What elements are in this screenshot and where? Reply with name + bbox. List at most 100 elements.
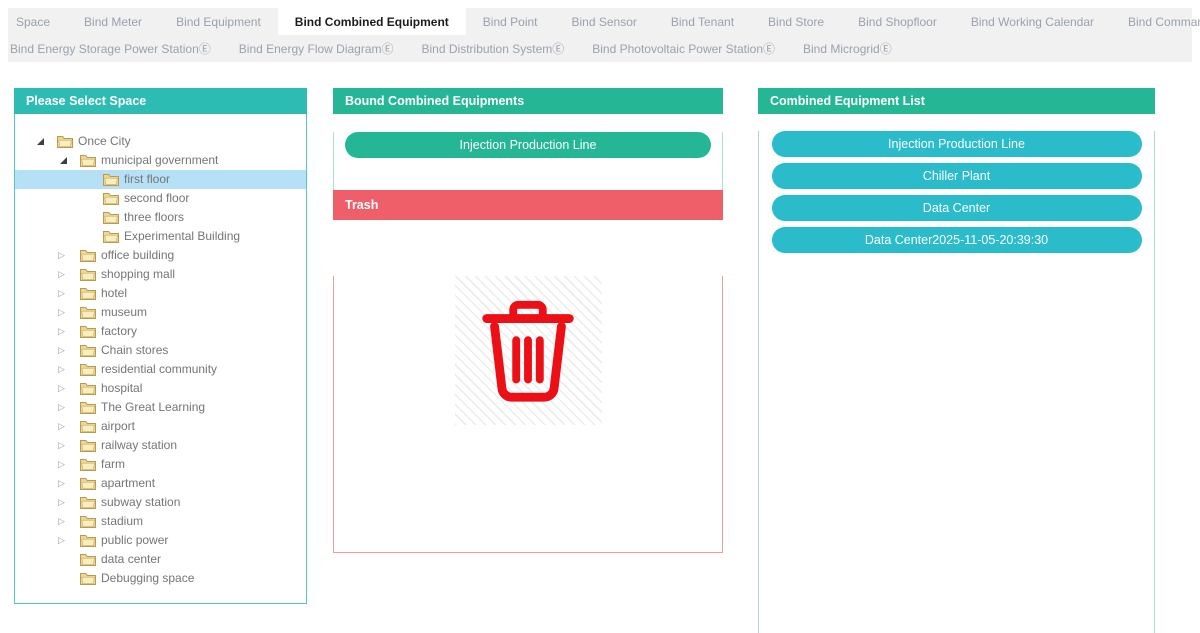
tab-bind-photovoltaic-power-statione[interactable]: Bind Photovoltaic Power StationⒺ [578, 35, 789, 62]
tree-node-label: railway station [101, 436, 177, 455]
tree-node-label: hotel [101, 284, 127, 303]
tree-node-label: Once City [78, 132, 131, 151]
folder-icon [80, 477, 96, 490]
space-panel-header: Please Select Space [14, 88, 307, 114]
trash-panel: Trash [333, 190, 723, 553]
collapsed-arrow-icon[interactable]: ▷ [58, 308, 80, 317]
tab-space[interactable]: Space [8, 8, 67, 35]
tree-node-debugging-space[interactable]: Debugging space [15, 569, 306, 588]
trash-icon [469, 292, 587, 410]
tree-node-label: Debugging space [101, 569, 194, 588]
tab-bind-store[interactable]: Bind Store [751, 8, 841, 35]
folder-icon [80, 553, 96, 566]
tree-node-shopping-mall[interactable]: ▷shopping mall [15, 265, 306, 284]
equipment-list-title: Combined Equipment List [770, 94, 925, 108]
collapsed-arrow-icon[interactable]: ▷ [58, 517, 80, 526]
equipment-pill[interactable]: Data Center2025-11-05-20:39:30 [772, 227, 1142, 253]
tree-node-first-floor[interactable]: first floor [15, 170, 306, 189]
collapsed-arrow-icon[interactable]: ▷ [58, 479, 80, 488]
folder-icon [80, 420, 96, 433]
collapsed-arrow-icon[interactable]: ▷ [58, 270, 80, 279]
expanded-arrow-icon[interactable] [58, 157, 80, 164]
tab-bind-energy-storage-power-statione[interactable]: Bind Energy Storage Power StationⒺ [8, 35, 225, 62]
tab-bind-tenant[interactable]: Bind Tenant [654, 8, 751, 35]
tab-bind-point[interactable]: Bind Point [466, 8, 555, 35]
tree-node-farm[interactable]: ▷ farm [15, 455, 306, 474]
collapsed-arrow-icon[interactable]: ▷ [58, 327, 80, 336]
tree-node-label: second floor [124, 189, 189, 208]
tab-bind-microgride[interactable]: Bind MicrogridⒺ [789, 35, 906, 62]
tree-node-airport[interactable]: ▷airport [15, 417, 306, 436]
equipment-pill[interactable]: Data Center [772, 195, 1142, 221]
tab-bind-shopfloor[interactable]: Bind Shopfloor [841, 8, 954, 35]
tree-node-label: residential community [101, 360, 217, 379]
tab-bind-command-e[interactable]: Bind Command Ⓔ [1111, 8, 1200, 35]
tab-bind-meter[interactable]: Bind Meter [67, 8, 159, 35]
tree-node-factory[interactable]: ▷ factory [15, 322, 306, 341]
collapsed-arrow-icon[interactable]: ▷ [58, 441, 80, 450]
space-tree: Once Citymunicipal governmentfirst floor… [15, 114, 306, 588]
collapsed-arrow-icon[interactable]: ▷ [58, 384, 80, 393]
collapsed-arrow-icon[interactable]: ▷ [58, 460, 80, 469]
collapsed-arrow-icon[interactable]: ▷ [58, 365, 80, 374]
tree-node-label: three floors [124, 208, 184, 227]
tree-node-experimental-building[interactable]: Experimental Building [15, 227, 306, 246]
equipment-pill[interactable]: Chiller Plant [772, 163, 1142, 189]
tree-node-hospital[interactable]: ▷ hospital [15, 379, 306, 398]
tab-bind-combined-equipment[interactable]: Bind Combined Equipment [278, 8, 466, 35]
tree-node-label: stadium [101, 512, 143, 531]
equipment-pill[interactable]: Injection Production Line [772, 131, 1142, 157]
folder-icon [80, 515, 96, 528]
trash-drop-zone[interactable] [333, 276, 723, 553]
tree-node-stadium[interactable]: ▷ stadium [15, 512, 306, 531]
tree-node-municipal-government[interactable]: municipal government [15, 151, 306, 170]
tree-node-residential-community[interactable]: ▷ residential community [15, 360, 306, 379]
equipment-list: Injection Production Line Chiller Plant Da… [758, 131, 1155, 633]
collapsed-arrow-icon[interactable]: ▷ [58, 536, 80, 545]
tab-bind-energy-flow-diagrame[interactable]: Bind Energy Flow DiagramⒺ [225, 35, 408, 62]
folder-icon [80, 458, 96, 471]
tab-bind-sensor[interactable]: Bind Sensor [555, 8, 654, 35]
collapsed-arrow-icon[interactable]: ▷ [58, 422, 80, 431]
tree-node-office-building[interactable]: ▷ office building [15, 246, 306, 265]
folder-icon [80, 325, 96, 338]
tree-node-label: farm [101, 455, 125, 474]
collapsed-arrow-icon[interactable]: ▷ [58, 289, 80, 298]
tab-bind-distribution-systeme[interactable]: Bind Distribution SystemⒺ [408, 35, 579, 62]
expanded-arrow-icon[interactable] [35, 138, 57, 145]
tree-node-label: office building [101, 246, 174, 265]
collapsed-arrow-icon[interactable]: ▷ [58, 251, 80, 260]
folder-icon [80, 287, 96, 300]
bound-equipments-list: Injection Production Line [333, 132, 723, 195]
collapsed-arrow-icon[interactable]: ▷ [58, 346, 80, 355]
tree-node-the-great-learning[interactable]: ▷The Great Learning [15, 398, 306, 417]
trash-panel-title: Trash [345, 198, 378, 212]
equipment-list-panel: Combined Equipment List Injection Produc… [758, 88, 1155, 633]
folder-icon [80, 496, 96, 509]
tab-bind-equipment[interactable]: Bind Equipment [159, 8, 278, 35]
tree-node-label: hospital [101, 379, 142, 398]
folder-icon [103, 173, 119, 186]
tree-node-three-floors[interactable]: three floors [15, 208, 306, 227]
tree-node-museum[interactable]: ▷museum [15, 303, 306, 322]
collapsed-arrow-icon[interactable]: ▷ [58, 403, 80, 412]
tree-node-label: factory [101, 322, 137, 341]
tree-node-data-center[interactable]: data center [15, 550, 306, 569]
tree-node-railway-station[interactable]: ▷ railway station [15, 436, 306, 455]
collapsed-arrow-icon[interactable]: ▷ [58, 498, 80, 507]
equipment-list-header: Combined Equipment List [758, 88, 1155, 114]
bound-equipment-pill[interactable]: Injection Production Line [345, 132, 711, 158]
tab-row-primary: SpaceBind MeterBind EquipmentBind Combin… [8, 8, 1192, 35]
tree-node-hotel[interactable]: ▷ hotel [15, 284, 306, 303]
folder-icon [103, 230, 119, 243]
tab-bar: SpaceBind MeterBind EquipmentBind Combin… [8, 8, 1192, 62]
tree-node-public-power[interactable]: ▷public power [15, 531, 306, 550]
tab-bind-working-calendar[interactable]: Bind Working Calendar [954, 8, 1111, 35]
tree-node-once-city[interactable]: Once City [15, 132, 306, 151]
tree-node-apartment[interactable]: ▷ apartment [15, 474, 306, 493]
tree-node-second-floor[interactable]: second floor [15, 189, 306, 208]
tree-node-subway-station[interactable]: ▷subway station [15, 493, 306, 512]
trash-icon-background [455, 276, 602, 425]
tree-node-chain-stores[interactable]: ▷Chain stores [15, 341, 306, 360]
tree-node-label: apartment [101, 474, 155, 493]
